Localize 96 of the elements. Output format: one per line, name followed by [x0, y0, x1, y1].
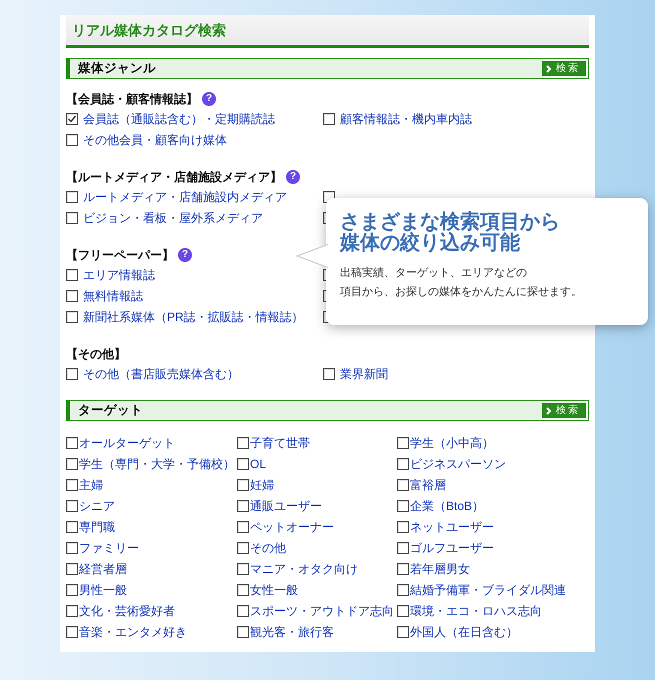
- checkbox[interactable]: [66, 368, 78, 380]
- checkbox-label[interactable]: 通販ユーザー: [250, 496, 322, 514]
- checkbox-label[interactable]: 環境・エコ・ロハス志向: [410, 602, 542, 620]
- checkbox-label[interactable]: 主婦: [79, 476, 103, 494]
- chevron-icon: [546, 406, 553, 414]
- checkbox[interactable]: [66, 626, 78, 638]
- callout-text: 出稿実績、ターゲット、エリアなどの 項目から、お探しの媒体をかんたんに探せます。: [340, 266, 583, 300]
- checkbox[interactable]: [237, 604, 249, 616]
- checkbox[interactable]: [397, 542, 409, 554]
- checkbox-label[interactable]: ビジネスパーソン: [410, 454, 506, 472]
- checkbox[interactable]: [66, 458, 78, 470]
- checkbox[interactable]: [66, 478, 78, 490]
- checkbox[interactable]: [237, 458, 249, 470]
- checkbox[interactable]: [237, 520, 249, 532]
- search-button[interactable]: 検索: [542, 61, 586, 76]
- checkbox[interactable]: [397, 626, 409, 638]
- checkbox[interactable]: [397, 500, 409, 512]
- checkbox-label[interactable]: 若年層男女: [410, 560, 470, 578]
- checkbox[interactable]: [66, 190, 78, 202]
- checkbox[interactable]: [66, 290, 78, 302]
- checkbox[interactable]: [237, 562, 249, 574]
- search-button[interactable]: 検索: [542, 403, 586, 418]
- group-heading: 【ルートメディア・店舗施設メディア】: [66, 168, 282, 186]
- checkbox-label[interactable]: 妊婦: [250, 476, 274, 494]
- checkbox-label[interactable]: 男性一般: [79, 580, 127, 598]
- checkbox[interactable]: [66, 520, 78, 532]
- checkbox[interactable]: [397, 436, 409, 448]
- checkbox[interactable]: [66, 134, 78, 146]
- checkbox[interactable]: [323, 112, 335, 124]
- help-icon[interactable]: ?: [202, 92, 216, 106]
- checkbox[interactable]: [66, 604, 78, 616]
- checkbox[interactable]: [66, 562, 78, 574]
- group-heading: 【会員誌・顧客情報誌】: [66, 90, 198, 108]
- checkbox-label[interactable]: ビジョン・看板・屋外系メディア: [83, 208, 263, 226]
- checkbox-label[interactable]: スポーツ・アウトドア志向: [250, 602, 394, 620]
- checkbox-label[interactable]: ファミリー: [79, 538, 139, 556]
- checkbox[interactable]: [237, 584, 249, 596]
- checkbox-label[interactable]: 子育て世帯: [250, 434, 310, 452]
- checkbox-label[interactable]: その他会員・顧客向け媒体: [83, 130, 227, 148]
- help-icon[interactable]: ?: [178, 248, 192, 262]
- checkbox[interactable]: [66, 584, 78, 596]
- checkbox[interactable]: [397, 604, 409, 616]
- checkbox[interactable]: [237, 500, 249, 512]
- checkbox-label[interactable]: 観光客・旅行客: [250, 622, 334, 640]
- group-heading: 【その他】: [66, 346, 126, 362]
- checkbox-label[interactable]: 経営者層: [79, 560, 127, 578]
- checkbox-label[interactable]: OL: [250, 454, 266, 472]
- checkbox[interactable]: [237, 542, 249, 554]
- checkbox-label[interactable]: 業界新聞: [340, 364, 388, 382]
- checkbox-label[interactable]: 結婚予備軍・ブライダル関連: [410, 580, 566, 598]
- checkbox-label[interactable]: その他: [250, 538, 286, 556]
- checkbox-label[interactable]: ルートメディア・店舗施設内メディア: [83, 188, 287, 206]
- checkbox[interactable]: [397, 562, 409, 574]
- callout-title: さまざまな検索項目から 媒体の絞り込み可能: [340, 212, 561, 254]
- checkbox-label[interactable]: 新聞社系媒体（PR誌・拡販誌・情報誌）: [83, 308, 304, 326]
- checkbox-label[interactable]: マニア・オタク向け: [250, 560, 358, 578]
- checkbox[interactable]: [66, 436, 78, 448]
- checkbox[interactable]: [397, 584, 409, 596]
- checkbox[interactable]: [66, 112, 78, 124]
- checkbox-label[interactable]: 学生（専門・大学・予備校）: [79, 454, 235, 472]
- checkbox-label[interactable]: 外国人（在日含む）: [410, 622, 518, 640]
- checkbox[interactable]: [237, 478, 249, 490]
- checkbox-label[interactable]: 専門職: [79, 518, 115, 536]
- checkbox-label[interactable]: 文化・芸術愛好者: [79, 602, 175, 620]
- checkbox[interactable]: [237, 626, 249, 638]
- help-icon[interactable]: ?: [286, 170, 300, 184]
- checkbox-label[interactable]: 会員誌（通販誌含む）・定期購読誌: [83, 110, 275, 128]
- checkbox-label[interactable]: シニア: [79, 496, 115, 514]
- checkbox-label[interactable]: 無料情報誌: [83, 286, 143, 304]
- checkbox[interactable]: [237, 436, 249, 448]
- checkbox[interactable]: [397, 458, 409, 470]
- group-heading: 【フリーペーパー】: [66, 246, 174, 264]
- checkbox[interactable]: [397, 520, 409, 532]
- checkbox-label[interactable]: その他（書店販売媒体含む）: [83, 364, 239, 382]
- checkbox-label[interactable]: 顧客情報誌・機内車内誌: [340, 110, 472, 128]
- page-title: リアル媒体カタログ検索: [66, 15, 589, 48]
- checkbox[interactable]: [66, 268, 78, 280]
- checkbox-label[interactable]: オールターゲット: [79, 434, 175, 452]
- checkbox[interactable]: [323, 368, 335, 380]
- checkbox-label[interactable]: ゴルフユーザー: [410, 538, 494, 556]
- section-title: ターゲット: [78, 402, 143, 420]
- checkbox[interactable]: [66, 310, 78, 322]
- checkbox-label[interactable]: ネットユーザー: [410, 518, 494, 536]
- checkbox[interactable]: [397, 478, 409, 490]
- checkbox[interactable]: [66, 500, 78, 512]
- checkbox-label[interactable]: 企業（BtoB）: [410, 496, 484, 514]
- checkbox-label[interactable]: ペットオーナー: [250, 518, 334, 536]
- checkbox-label[interactable]: 富裕層: [410, 476, 446, 494]
- checkbox[interactable]: [66, 542, 78, 554]
- section-title: 媒体ジャンル: [78, 60, 156, 78]
- checkbox-label[interactable]: エリア情報誌: [83, 266, 155, 284]
- checkbox-label[interactable]: 女性一般: [250, 580, 298, 598]
- checkbox-label[interactable]: 学生（小中高）: [410, 434, 494, 452]
- checkbox[interactable]: [66, 212, 78, 224]
- chevron-icon: [546, 64, 553, 72]
- checkbox-label[interactable]: 音楽・エンタメ好き: [79, 622, 187, 640]
